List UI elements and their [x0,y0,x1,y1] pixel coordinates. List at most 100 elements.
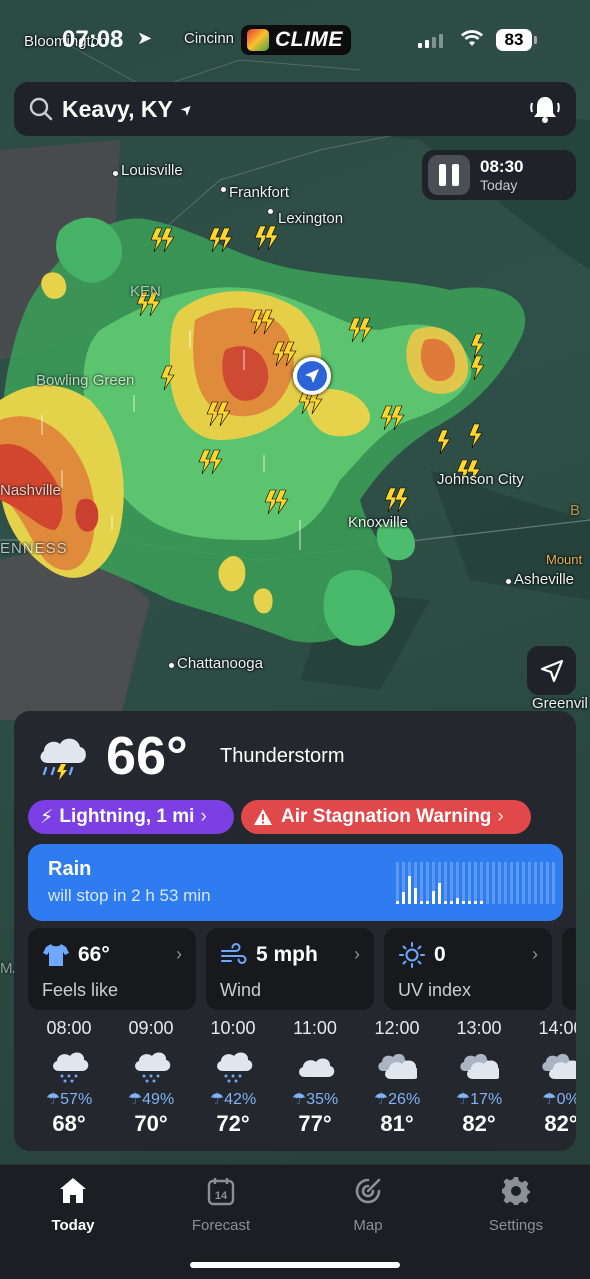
hour-precip-chance: ☂49% [127,1091,175,1108]
map-label: Mount [546,552,583,567]
hour-temperature: 68° [52,1111,86,1136]
map-label: Greenvil [532,695,588,712]
umbrella-icon: ☂ [209,1091,225,1108]
feels-like-card[interactable]: 66° Feels like › [28,928,196,1010]
tab-map[interactable]: Map [313,1175,423,1234]
tab-label: Forecast [191,1217,251,1234]
umbrella-icon: ☂ [291,1091,307,1108]
clime-wordmark: CLIME [275,28,343,51]
playback-time: 08:30 [480,156,524,176]
chevron-right-icon: › [497,806,504,827]
city-dot [267,208,274,215]
city-dot [168,662,175,669]
clime-logo-icon [247,29,269,51]
hour-precip-chance: ☂35% [291,1091,339,1108]
current-temperature: 66° [106,726,188,786]
precipitation-minute-chart [396,862,555,904]
feels-like-label: Feels like [42,980,119,1000]
location-arrow-icon [540,659,563,682]
cloudy-icon [460,1053,499,1079]
hourly-item[interactable]: 12:00 ☂26% 81° [356,1016,438,1137]
location-arrow-icon: ➤ [176,98,197,119]
pause-icon [439,164,446,186]
rain-title: Rain [48,858,92,880]
battery-tip [534,36,537,44]
status-time: 07:08 [62,26,124,53]
map-label: Frankfort [229,184,290,201]
shirt-icon [43,944,69,966]
air-stagnation-warning-pill[interactable]: Air Stagnation Warning › [241,800,531,834]
map-label: Bowling Green [36,372,135,389]
navigation-arrow-icon [305,369,319,383]
map-label: Lexington [278,210,344,227]
umbrella-icon: ☂ [542,1091,557,1108]
hourly-item[interactable]: 08:00 ☂57% 68° [28,1016,110,1137]
calendar-icon: 14 [207,1178,235,1206]
hourly-item[interactable]: 14:00 ☂0% 82° [520,1016,576,1137]
lightning-alert-label: Lightning, 1 mi [59,806,195,827]
wind-icon [221,943,247,964]
chevron-right-icon: › [532,944,538,964]
stagnation-warning-label: Air Stagnation Warning [281,806,492,827]
hour-temperature: 81° [380,1111,414,1136]
hour-time: 12:00 [374,1018,420,1038]
hour-time: 10:00 [210,1018,256,1038]
next-metric-card[interactable] [562,928,576,1010]
status-bar: 07:08 ➤ CLIME 83 [0,22,590,58]
current-weather-card[interactable]: 66° Thunderstorm ⚡ Lightning, 1 mi › Air… [14,711,576,1151]
rain-nowcast-banner[interactable]: Rain will stop in 2 h 53 min [28,844,563,921]
tab-settings[interactable]: Settings [461,1175,571,1234]
hour-precip-chance: ☂17% [455,1091,503,1108]
hour-precip-chance: ☂42% [209,1091,257,1108]
lightning-alert-pill[interactable]: ⚡ Lightning, 1 mi › [28,800,234,834]
hourly-item[interactable]: 11:00 ☂35% 77° [274,1016,356,1137]
user-location-marker[interactable] [293,357,331,395]
map-label: Louisville [121,162,183,179]
umbrella-icon: ☂ [45,1091,61,1108]
hour-temperature: 70° [134,1111,168,1136]
hourly-item[interactable]: 10:00 ☂42% 72° [192,1016,274,1137]
hourly-item[interactable]: 09:00 ☂49% 70° [110,1016,192,1137]
hour-time: 09:00 [128,1018,174,1038]
cellular-signal-icon [418,32,443,48]
hourly-forecast-strip[interactable]: 08:00 ☂57% 68° 09:00 ☂49% 70° 10:00 ☂42%… [28,1016,576,1146]
radar-playback-control[interactable]: 08:30 Today [422,150,576,200]
map-label: Johnson City [437,471,524,488]
chevron-right-icon: › [200,806,207,827]
umbrella-icon: ☂ [373,1091,389,1108]
sun-icon [399,942,425,968]
uv-index-card[interactable]: 0 UV index › [384,928,552,1010]
current-condition: Thunderstorm [220,745,345,767]
hour-temperature: 82° [462,1111,496,1136]
hour-time: 13:00 [456,1018,502,1038]
wind-card[interactable]: 5 mph Wind › [206,928,374,1010]
pause-button[interactable] [428,155,470,195]
map-label: Nashville [0,482,61,499]
home-indicator[interactable] [190,1262,400,1268]
cloudy-icon [378,1053,417,1079]
cloud-icon [299,1058,335,1077]
map-label: Chattanooga [177,655,263,672]
umbrella-icon: ☂ [127,1091,143,1108]
gear-icon [502,1177,530,1205]
uv-index-label: UV index [398,980,472,1000]
city-dot [220,186,227,193]
tab-forecast[interactable]: 14 Forecast [166,1175,276,1234]
wind-label: Wind [220,980,262,1000]
bell-alert-icon[interactable] [528,93,562,125]
hour-time: 11:00 [293,1018,337,1038]
playback-day: Today [480,176,518,193]
recenter-button[interactable] [527,646,576,695]
uv-index-value: 0 [434,943,446,966]
lightning-icon: ⚡ [40,806,54,828]
location-name: Keavy, KY [62,95,173,122]
svg-text:14: 14 [215,1190,228,1202]
map-label: B [570,502,581,519]
map-label: Asheville [514,571,575,588]
hour-temperature: 72° [216,1111,250,1136]
hourly-item[interactable]: 13:00 ☂17% 82° [438,1016,520,1137]
map-label: ENNESS [0,540,68,557]
tab-today[interactable]: Today [18,1175,128,1234]
home-icon [60,1178,86,1203]
location-search-bar[interactable]: Keavy, KY ➤ [14,82,576,136]
